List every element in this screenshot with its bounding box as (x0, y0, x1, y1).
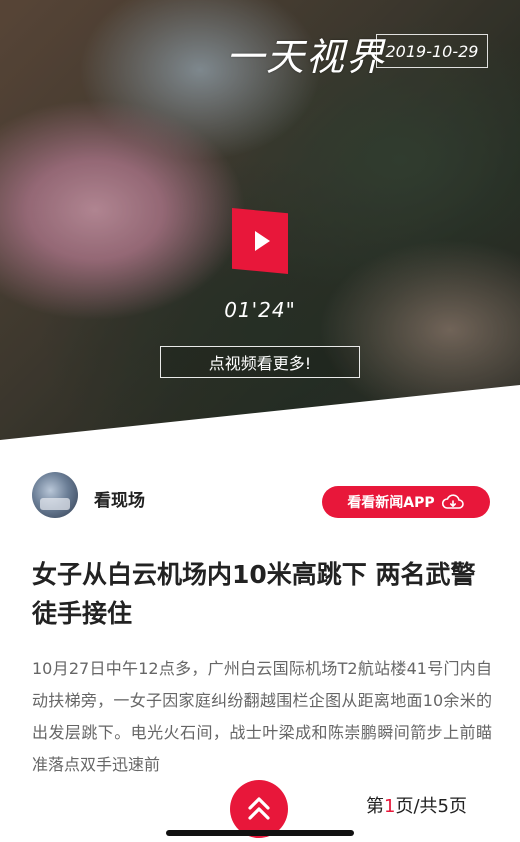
double-chevron-up-icon (248, 797, 270, 820)
avatar[interactable] (32, 472, 78, 518)
brand-logo: 一天视界 (226, 35, 387, 79)
video-duration: 01'24" (224, 298, 296, 322)
video-hero[interactable]: 一天视界 2019-10-29 01'24" 点视频看更多! (0, 0, 520, 470)
play-icon (254, 231, 270, 251)
author-name[interactable]: 看现场 (94, 486, 145, 511)
page-suffix: 页/共5页 (395, 796, 467, 817)
play-button[interactable] (232, 208, 288, 274)
article-headline: 女子从白云机场内10米高跳下 两名武警徒手接住 (32, 560, 476, 628)
article-body: 10月27日中午12点多，广州白云国际机场T2航站楼41号门内自动扶梯旁，一女子… (32, 659, 492, 774)
page-prefix: 第 (366, 796, 384, 817)
home-indicator[interactable] (166, 830, 354, 836)
open-app-label: 看看新闻APP (347, 495, 435, 511)
current-page: 1 (384, 796, 396, 817)
publish-date: 2019-10-29 (376, 34, 488, 68)
page-indicator: 第1页/共5页 (366, 792, 467, 818)
open-app-button[interactable]: 看看新闻APP (322, 486, 490, 518)
cloud-download-icon (441, 494, 464, 509)
watch-more-button[interactable]: 点视频看更多! (160, 346, 360, 378)
